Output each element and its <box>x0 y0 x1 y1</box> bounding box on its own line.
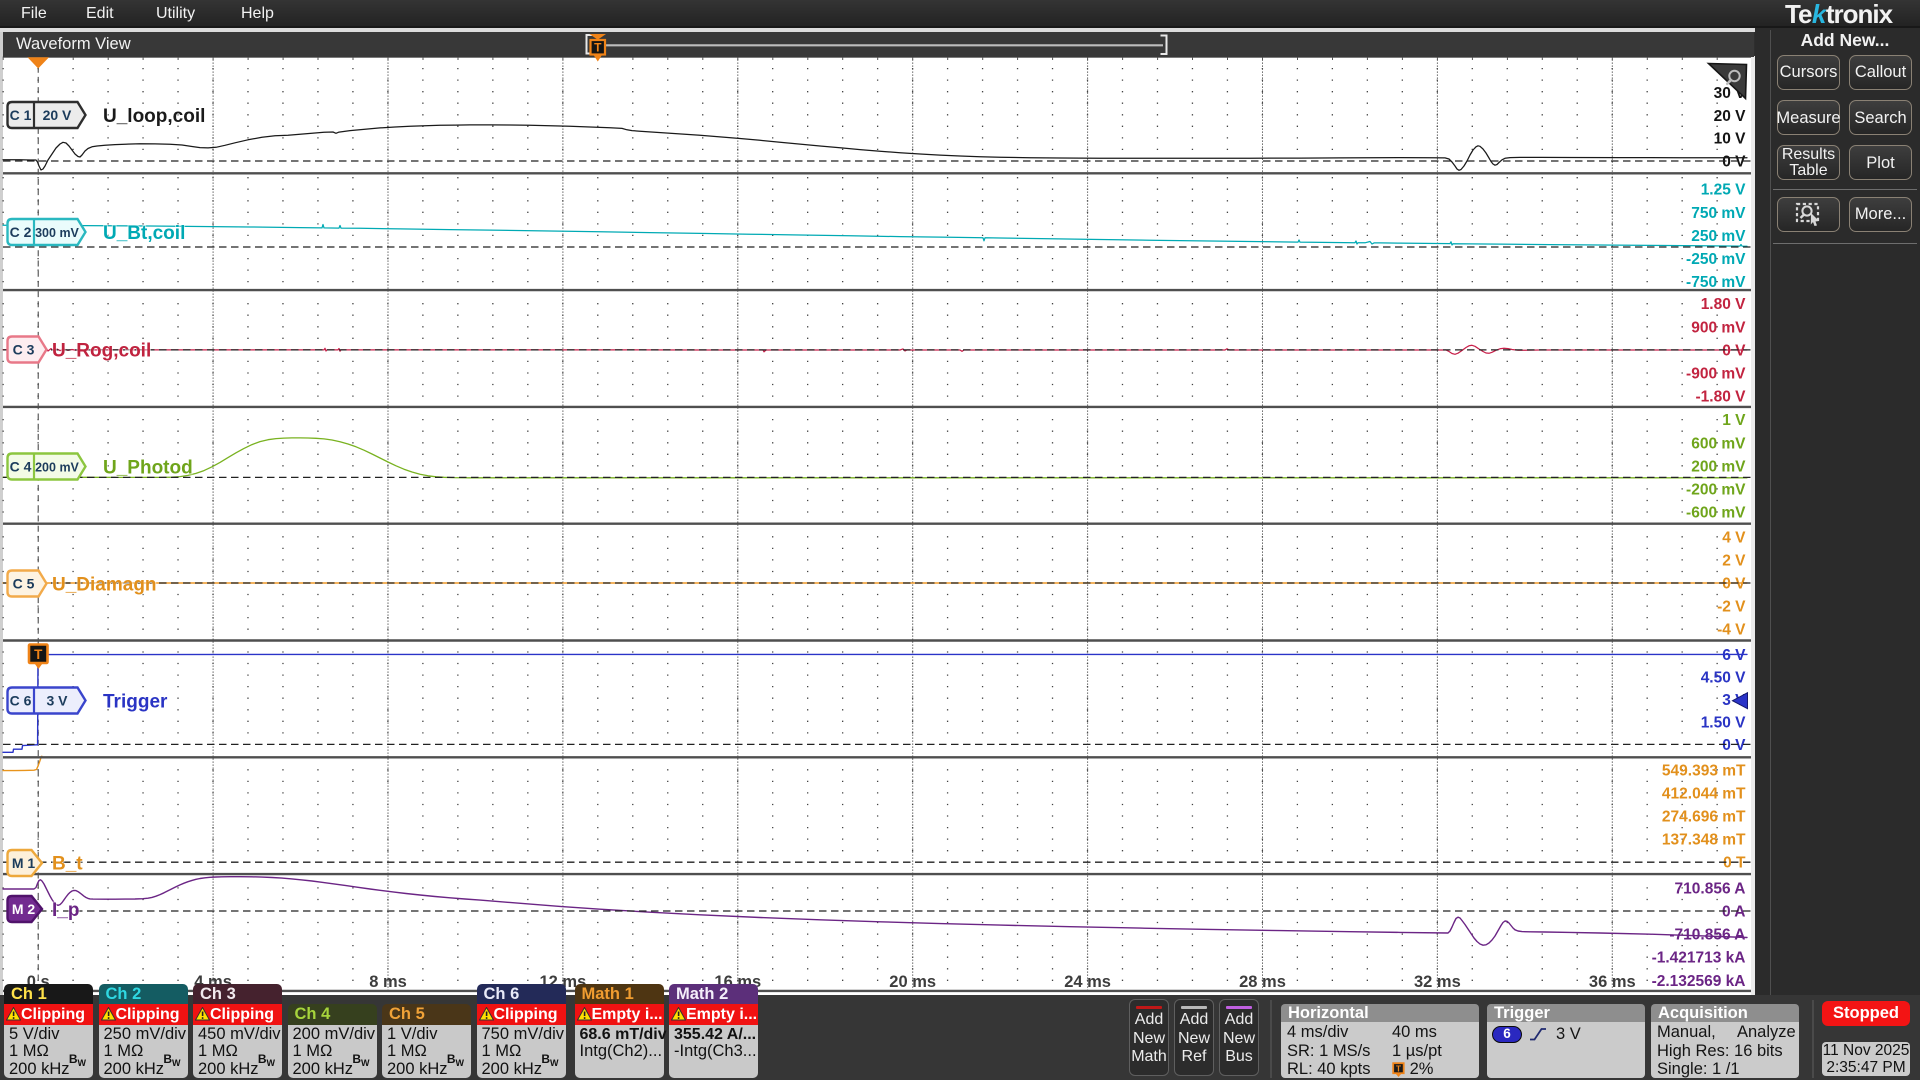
svg-text:C 6: C 6 <box>10 693 32 709</box>
svg-text:1.50 V: 1.50 V <box>1701 714 1746 731</box>
svg-text:20 V: 20 V <box>43 107 72 123</box>
svg-text:200 mV: 200 mV <box>35 461 79 475</box>
svg-text:-900 mV: -900 mV <box>1686 366 1746 383</box>
svg-text:T: T <box>34 647 43 662</box>
svg-text:1 V: 1 V <box>1722 412 1746 429</box>
svg-text:6 V: 6 V <box>1722 647 1746 664</box>
svg-text:3 V: 3 V <box>46 693 68 709</box>
svg-text:C 5: C 5 <box>13 576 35 592</box>
svg-text:10 V: 10 V <box>1714 131 1747 148</box>
svg-text:-750 mV: -750 mV <box>1686 274 1746 291</box>
svg-text:M 1: M 1 <box>12 855 36 871</box>
svg-text:U_Bt,coil: U_Bt,coil <box>103 223 185 244</box>
svg-text:-1.421713 kA: -1.421713 kA <box>1652 950 1746 967</box>
svg-text:I_p: I_p <box>52 900 79 921</box>
svg-text:U_loop,coil: U_loop,coil <box>103 106 205 127</box>
svg-text:T: T <box>1396 1064 1402 1074</box>
svg-text:20 V: 20 V <box>1714 108 1747 125</box>
svg-text:U_Rog,coil: U_Rog,coil <box>52 341 151 362</box>
svg-text:32 ms: 32 ms <box>1414 973 1461 991</box>
svg-text:300 mV: 300 mV <box>35 226 79 240</box>
svg-text:0 V: 0 V <box>1722 154 1746 171</box>
svg-text:36 ms: 36 ms <box>1589 973 1636 991</box>
svg-text:274.696 mT: 274.696 mT <box>1662 809 1746 826</box>
svg-text:-4 V: -4 V <box>1717 622 1746 639</box>
svg-text:U_Photod: U_Photod <box>103 458 193 479</box>
svg-text:549.393 mT: 549.393 mT <box>1662 762 1746 779</box>
svg-text:C 3: C 3 <box>13 342 35 358</box>
svg-text:412.044 mT: 412.044 mT <box>1662 785 1746 802</box>
svg-text:C 1: C 1 <box>10 107 32 123</box>
svg-text:0 A: 0 A <box>1722 904 1746 921</box>
svg-text:C 4: C 4 <box>10 459 32 475</box>
svg-text:4.50 V: 4.50 V <box>1701 669 1746 686</box>
svg-text:4 V: 4 V <box>1722 529 1746 546</box>
svg-text:0 V: 0 V <box>1722 576 1746 593</box>
svg-text:28 ms: 28 ms <box>1239 973 1286 991</box>
svg-text:B_t: B_t <box>52 854 83 875</box>
svg-text:-2.132569 kA: -2.132569 kA <box>1652 973 1746 990</box>
svg-text:137.348 mT: 137.348 mT <box>1662 832 1746 849</box>
svg-text:8 ms: 8 ms <box>369 973 407 991</box>
svg-text:-200 mV: -200 mV <box>1686 482 1746 499</box>
svg-text:-2 V: -2 V <box>1717 599 1746 616</box>
svg-text:2 V: 2 V <box>1722 552 1746 569</box>
svg-text:1.25 V: 1.25 V <box>1701 182 1746 199</box>
svg-text:600 mV: 600 mV <box>1691 435 1746 452</box>
svg-text:1.80 V: 1.80 V <box>1701 296 1746 313</box>
svg-text:0 V: 0 V <box>1722 737 1746 754</box>
svg-text:Trigger: Trigger <box>103 692 168 713</box>
svg-text:900 mV: 900 mV <box>1691 319 1746 336</box>
svg-text:U_Diamagn: U_Diamagn <box>52 575 157 596</box>
svg-text:-250 mV: -250 mV <box>1686 251 1746 268</box>
svg-text:M 2: M 2 <box>12 901 36 917</box>
svg-text:-600 mV: -600 mV <box>1686 505 1746 522</box>
svg-text:T: T <box>594 40 602 54</box>
svg-text:0 T: 0 T <box>1723 855 1746 872</box>
svg-text:710.856 A: 710.856 A <box>1675 880 1746 897</box>
svg-text:24 ms: 24 ms <box>1064 973 1111 991</box>
svg-text:200 mV: 200 mV <box>1691 458 1746 475</box>
svg-text:250 mV: 250 mV <box>1691 228 1746 245</box>
svg-text:750 mV: 750 mV <box>1691 205 1746 222</box>
svg-text:-1.80 V: -1.80 V <box>1696 389 1747 406</box>
svg-text:20 ms: 20 ms <box>889 973 936 991</box>
svg-text:0 V: 0 V <box>1722 342 1746 359</box>
svg-text:C 2: C 2 <box>10 224 32 240</box>
